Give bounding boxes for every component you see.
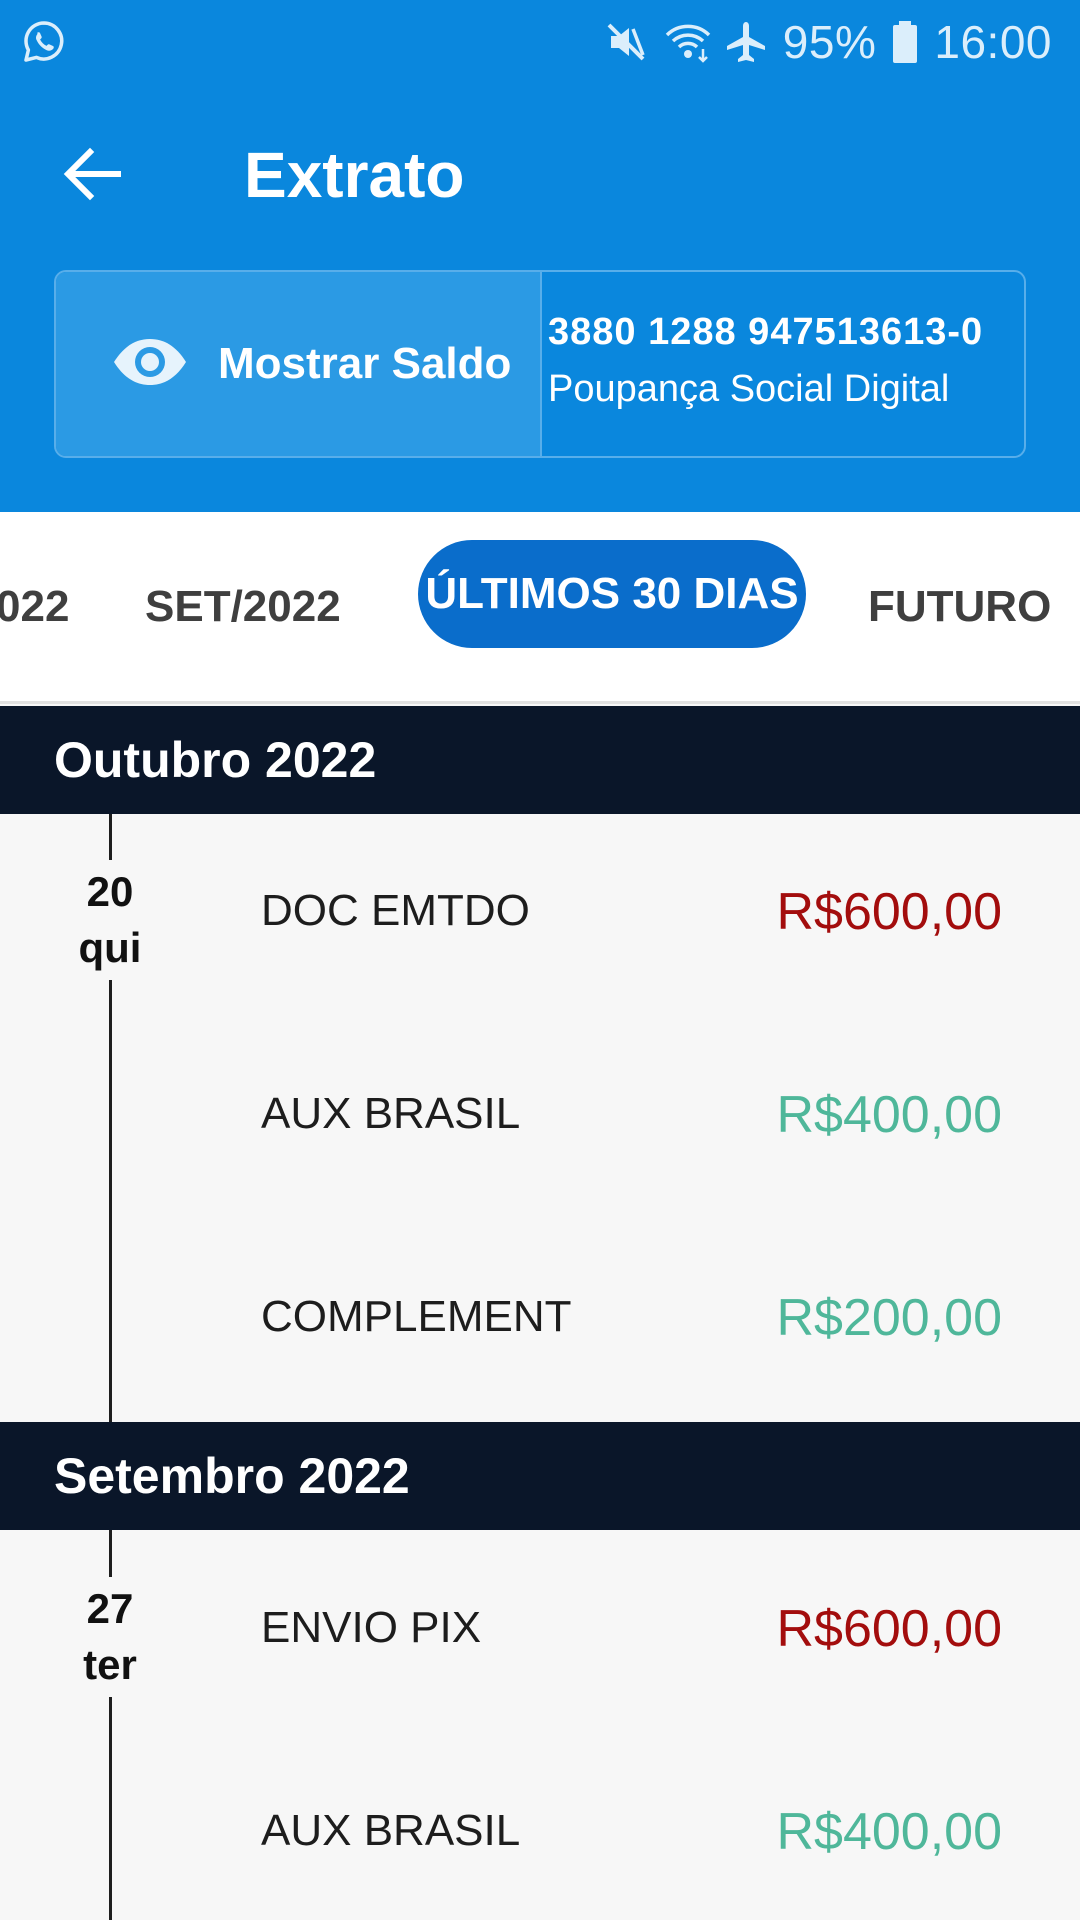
tab-set-2022[interactable]: SET/2022 (145, 582, 341, 632)
transaction-row[interactable]: ENVIO PIX R$600,00 (0, 1573, 1080, 1693)
show-balance-button[interactable]: Mostrar Saldo (56, 272, 542, 456)
account-card: Mostrar Saldo 3880 1288 947513613-0 Poup… (54, 270, 1026, 458)
back-button[interactable] (56, 140, 128, 212)
mute-icon (603, 19, 649, 65)
clock: 16:00 (934, 16, 1052, 68)
month-header: Setembro 2022 (0, 1422, 1080, 1530)
transaction-description: ENVIO PIX (261, 1603, 482, 1652)
transaction-amount: R$400,00 (776, 1803, 1002, 1861)
transaction-description: COMPLEMENT (261, 1292, 572, 1341)
airplane-icon (723, 19, 769, 65)
arrow-left-icon (62, 146, 122, 207)
transaction-amount: R$400,00 (776, 1086, 1002, 1144)
month-title: Outubro 2022 (54, 732, 377, 788)
transaction-description: DOC EMTDO (261, 886, 530, 935)
transaction-row[interactable]: AUX BRASIL R$400,00 (0, 1776, 1080, 1896)
account-type: Poupança Social Digital (548, 368, 950, 410)
transaction-row[interactable]: DOC EMTDO R$600,00 (0, 856, 1080, 976)
transaction-description: AUX BRASIL (261, 1089, 521, 1138)
tab-futuro[interactable]: FUTURO (868, 582, 1051, 632)
eye-icon (112, 336, 188, 393)
status-indicators: 95% 16:00 (603, 14, 1052, 70)
show-balance-label: Mostrar Saldo (218, 339, 512, 388)
header-area: 95% 16:00 Extrato Mostrar Saldo 3880 128… (0, 0, 1080, 512)
transaction-amount: R$200,00 (776, 1289, 1002, 1347)
month-title: Setembro 2022 (54, 1448, 410, 1504)
app-bar: Extrato (0, 100, 1080, 260)
tab-last-30-days[interactable]: ÚLTIMOS 30 DIAS (418, 540, 806, 648)
status-bar: 95% 16:00 (0, 0, 1080, 82)
battery-percent: 95% (782, 16, 877, 68)
transaction-row[interactable]: COMPLEMENT R$200,00 (0, 1262, 1080, 1382)
period-tabs: 022 SET/2022 ÚLTIMOS 30 DIAS FUTURO (0, 512, 1080, 704)
wifi-icon (663, 19, 711, 65)
account-info[interactable]: 3880 1288 947513613-0 Poupança Social Di… (542, 272, 1024, 456)
page-title: Extrato (244, 139, 465, 211)
transaction-amount: R$600,00 (776, 1600, 1002, 1658)
month-header: Outubro 2022 (0, 706, 1080, 814)
tab-previous-month[interactable]: 022 (0, 582, 69, 632)
transaction-amount: R$600,00 (776, 883, 1002, 941)
battery-icon (890, 19, 920, 65)
whatsapp-icon (20, 18, 68, 66)
transaction-description: AUX BRASIL (261, 1806, 521, 1855)
account-number: 3880 1288 947513613-0 (548, 311, 984, 353)
transaction-row[interactable]: AUX BRASIL R$400,00 (0, 1059, 1080, 1179)
statement-screen: 95% 16:00 Extrato Mostrar Saldo 3880 128… (0, 0, 1080, 1920)
